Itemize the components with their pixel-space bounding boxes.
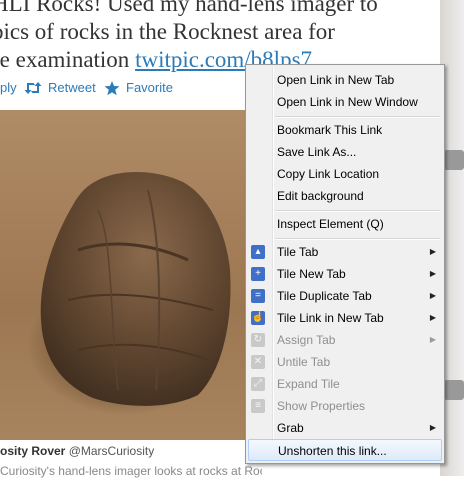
star-icon (104, 80, 120, 95)
submenu-arrow-icon: ▶ (429, 313, 436, 322)
menu-label: Bookmark This Link (277, 123, 383, 137)
menu-tile-tab[interactable]: ▴ Tile Tab ▶ (246, 241, 444, 263)
hand-pointer-icon: ☝ (251, 311, 265, 325)
rock-image (40, 171, 231, 406)
photo-credit: osity Rover @MarsCuriosity (0, 440, 262, 462)
menu-copy-link-location[interactable]: Copy Link Location (246, 163, 444, 185)
retweet-button[interactable]: Retweet (24, 80, 96, 95)
submenu-arrow-icon: ▶ (429, 335, 436, 344)
plus-icon: + (251, 267, 265, 281)
menu-label: Unshorten this link... (278, 444, 387, 458)
menu-edit-background[interactable]: Edit background (246, 185, 444, 207)
reply-button[interactable]: ply (0, 80, 17, 95)
tweet-line-3: re examination (0, 47, 136, 72)
menu-tile-new-tab[interactable]: + Tile New Tab ▶ (246, 263, 444, 285)
menu-assign-tab: ↻ Assign Tab ▶ (246, 329, 444, 351)
edge-widget (444, 380, 464, 400)
tweet-photo[interactable] (0, 110, 262, 440)
retweet-icon (24, 81, 42, 95)
reply-label: ply (0, 80, 17, 95)
menu-tile-link-new-tab[interactable]: ☝ Tile Link in New Tab ▶ (246, 307, 444, 329)
menu-separator (275, 238, 440, 240)
menu-open-link-new-tab[interactable]: Open Link in New Tab (246, 69, 444, 91)
menu-untile-tab: ✕ Untile Tab (246, 351, 444, 373)
context-menu: Open Link in New Tab Open Link in New Wi… (245, 64, 445, 464)
submenu-arrow-icon: ▶ (429, 269, 436, 278)
menu-inspect-element[interactable]: Inspect Element (Q) (246, 213, 444, 235)
submenu-arrow-icon: ▶ (429, 423, 436, 432)
assign-icon: ↻ (251, 333, 265, 347)
favorite-label: Favorite (126, 80, 173, 95)
menu-label: Untile Tab (277, 355, 331, 369)
menu-label: Open Link in New Window (277, 95, 418, 109)
menu-label: Edit background (277, 189, 364, 203)
credit-handle[interactable]: @MarsCuriosity (69, 444, 155, 458)
menu-label: Open Link in New Tab (277, 73, 395, 87)
favorite-button[interactable]: Favorite (104, 80, 173, 95)
menu-label: Show Properties (277, 399, 366, 413)
menu-expand-tile: ⤢ Expand Tile (246, 373, 444, 395)
menu-label: Save Link As... (277, 145, 357, 159)
close-icon: ✕ (251, 355, 265, 369)
properties-icon: ≡ (251, 399, 265, 413)
menu-tile-duplicate-tab[interactable]: = Tile Duplicate Tab ▶ (246, 285, 444, 307)
menu-label: Tile Duplicate Tab (277, 289, 372, 303)
tweet-line-2: pics of rocks in the Rocknest area for (0, 19, 335, 44)
menu-grab[interactable]: Grab ▶ (246, 417, 444, 439)
menu-label: Tile New Tab (277, 267, 346, 281)
menu-label: Tile Link in New Tab (277, 311, 384, 325)
duplicate-icon: = (251, 289, 265, 303)
menu-show-properties: ≡ Show Properties (246, 395, 444, 417)
edge-widget (444, 150, 464, 170)
menu-bookmark-link[interactable]: Bookmark This Link (246, 119, 444, 141)
menu-label: Tile Tab (277, 245, 319, 259)
menu-separator (275, 210, 440, 212)
menu-label: Assign Tab (277, 333, 336, 347)
submenu-arrow-icon: ▶ (429, 247, 436, 256)
menu-save-link-as[interactable]: Save Link As... (246, 141, 444, 163)
tile-tab-icon: ▴ (251, 245, 265, 259)
menu-open-link-new-window[interactable]: Open Link in New Window (246, 91, 444, 113)
menu-label: Inspect Element (Q) (277, 217, 384, 231)
menu-separator (275, 116, 440, 118)
menu-unshorten-link[interactable]: Unshorten this link... (248, 439, 442, 461)
expand-icon: ⤢ (251, 377, 265, 391)
menu-label: Copy Link Location (277, 167, 380, 181)
retweet-label: Retweet (48, 80, 96, 95)
menu-label: Grab (277, 421, 304, 435)
menu-label: Expand Tile (277, 377, 340, 391)
submenu-arrow-icon: ▶ (429, 291, 436, 300)
tweet-line-1: HLI Rocks! Used my hand-lens imager to (0, 0, 378, 16)
credit-name[interactable]: osity Rover (0, 444, 65, 458)
